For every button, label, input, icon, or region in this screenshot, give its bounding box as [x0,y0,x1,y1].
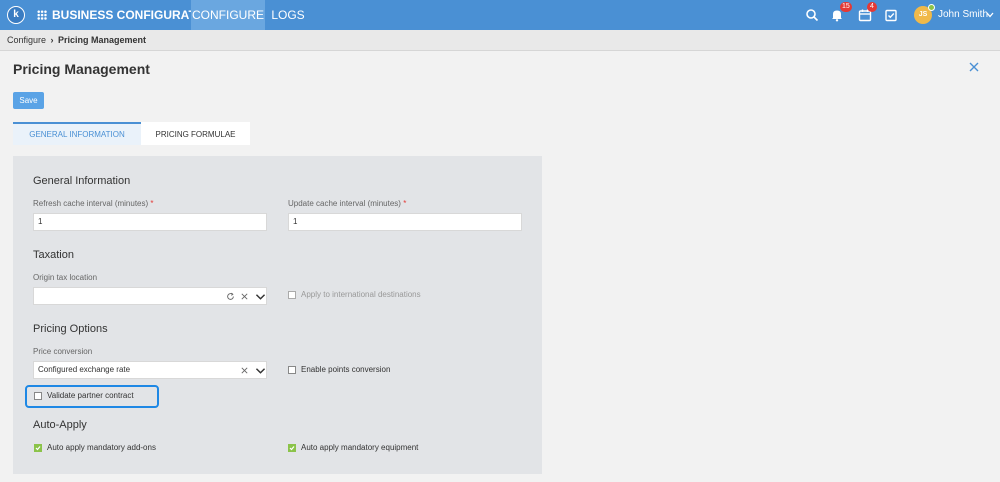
checkmark-icon [35,446,41,451]
notifications-badge: 15 [840,2,852,12]
refresh-cache-input[interactable]: 1 [33,213,267,231]
auto-apply-equipment-checkbox[interactable] [288,444,296,452]
apply-international-checkbox[interactable] [288,291,296,299]
save-button[interactable]: Save [13,92,44,109]
app-title-menu[interactable]: BUSINESS CONFIGURATOR [37,0,214,30]
origin-tax-label: Origin tax location [33,273,98,282]
refresh-cache-label: Refresh cache interval (minutes) * [33,199,154,208]
price-conversion-select[interactable]: Configured exchange rate [33,361,267,379]
update-cache-input[interactable]: 1 [288,213,522,231]
close-icon[interactable] [968,61,980,73]
search-icon[interactable] [805,8,819,22]
breadcrumb: Configure › Pricing Management [0,30,1000,51]
auto-apply-addons-checkbox[interactable] [34,444,42,452]
top-bar: k BUSINESS CONFIGURATOR CONFIGURE LOGS 1… [0,0,1000,30]
origin-tax-select[interactable] [33,287,267,305]
validate-partner-checkbox[interactable] [34,392,42,400]
required-mark: * [403,199,407,208]
price-conversion-value: Configured exchange rate [38,365,131,374]
chevron-down-icon[interactable] [986,12,994,18]
user-menu[interactable]: John Smith [938,0,988,30]
breadcrumb-configure[interactable]: Configure [7,35,46,45]
update-cache-label: Update cache interval (minutes) * [288,199,406,208]
page-title: Pricing Management [13,61,150,77]
enable-points-checkbox[interactable] [288,366,296,374]
breadcrumb-current: Pricing Management [58,35,147,45]
chevron-down-icon[interactable] [255,292,266,301]
tab-pricing-formulae[interactable]: PRICING FORMULAE [141,122,250,145]
tasks-badge: 4 [867,2,877,12]
tab-general-information[interactable]: GENERAL INFORMATION [13,122,141,145]
nav-logs[interactable]: LOGS [265,0,311,30]
required-mark: * [150,199,154,208]
refresh-icon[interactable] [226,292,235,301]
section-title-pricing-options: Pricing Options [33,323,108,335]
update-cache-label-text: Update cache interval (minutes) [288,199,401,208]
grid-icon [37,10,47,20]
app-title-label: BUSINESS CONFIGURATOR [52,8,214,22]
checklist-icon[interactable] [884,8,898,22]
refresh-cache-label-text: Refresh cache interval (minutes) [33,199,149,208]
clear-icon[interactable] [240,292,249,301]
price-conversion-label: Price conversion [33,347,93,356]
chevron-down-icon[interactable] [255,366,266,375]
online-status-icon [928,4,935,11]
chevron-right-icon: › [50,35,54,45]
validate-partner-label: Validate partner contract [47,391,134,400]
auto-apply-equipment-label: Auto apply mandatory equipment [301,443,419,452]
apply-international-label: Apply to international destinations [301,290,421,299]
clear-icon[interactable] [240,366,249,375]
section-title-taxation: Taxation [33,249,74,261]
checkmark-icon [289,446,295,451]
section-title-general-information: General Information [33,175,131,187]
enable-points-label: Enable points conversion [301,365,391,374]
section-title-auto-apply: Auto-Apply [33,419,87,431]
auto-apply-addons-label: Auto apply mandatory add-ons [47,443,156,452]
app-logo[interactable]: k [7,6,25,24]
nav-configure[interactable]: CONFIGURE [191,0,265,30]
